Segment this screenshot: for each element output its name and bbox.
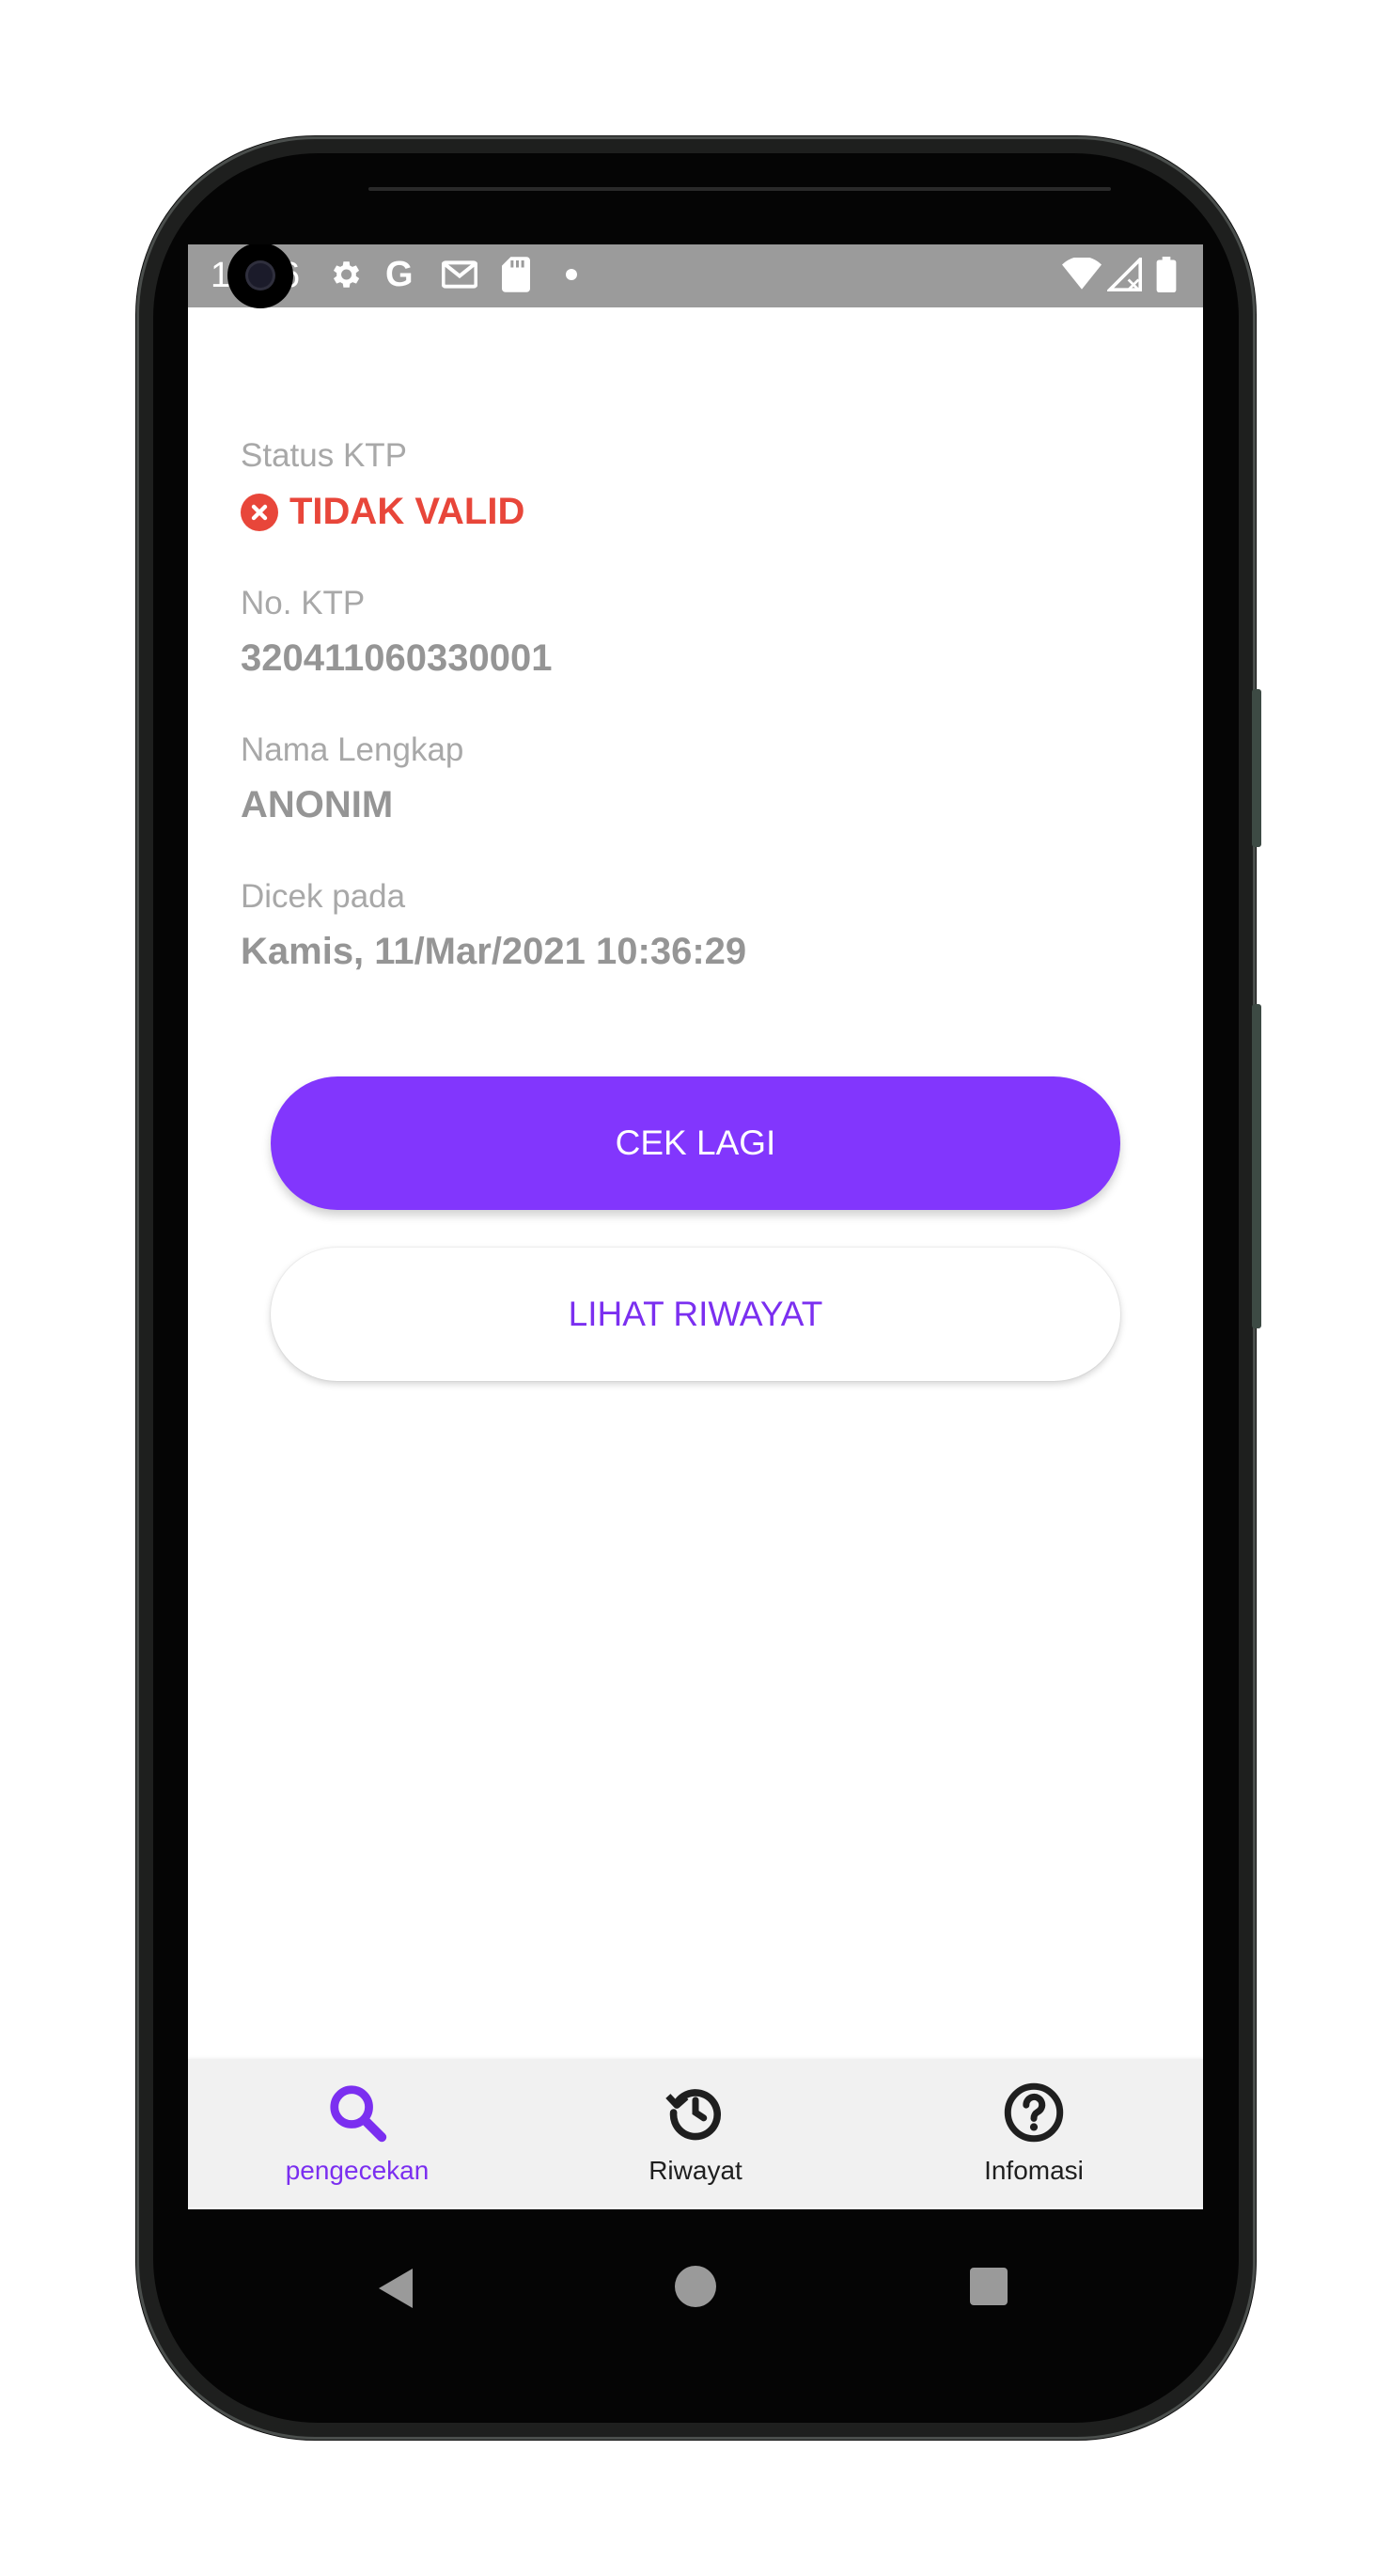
power-button [1252, 689, 1261, 847]
dot-icon [566, 256, 577, 293]
signal-icon [1107, 256, 1143, 293]
nav-label-pengecekan: pengecekan [285, 2156, 430, 2185]
back-icon[interactable] [376, 2266, 415, 2316]
app-screen: 10:36 G Status KTP TID [188, 244, 1203, 2209]
system-navigation-bar [188, 2207, 1203, 2358]
nav-label-riwayat: Riwayat [649, 2156, 742, 2185]
bottom-navigation: pengecekan Riwayat Infomasi [188, 2059, 1203, 2207]
full-name-value: ANONIM [241, 784, 394, 825]
ktp-number-value: 320411060330001 [241, 637, 553, 679]
ktp-number-label: No. KTP [241, 585, 366, 621]
earpiece-speaker [368, 187, 1111, 191]
checked-at-label: Dicek pada [241, 878, 406, 915]
view-history-button[interactable]: LIHAT RIWAYAT [271, 1248, 1120, 1381]
history-icon [663, 2080, 728, 2150]
help-circle-icon [1001, 2080, 1067, 2150]
status-ktp-row: TIDAK VALID [241, 491, 524, 533]
status-ktp-label: Status KTP [241, 437, 408, 474]
recents-icon[interactable] [970, 2268, 1008, 2305]
google-icon: G [385, 254, 414, 294]
nav-item-riwayat[interactable]: Riwayat [592, 2080, 799, 2192]
full-name-label: Nama Lengkap [241, 731, 464, 768]
nav-item-pengecekan[interactable]: pengecekan [254, 2080, 461, 2192]
wifi-icon [1062, 256, 1102, 293]
volume-button [1252, 1004, 1261, 1328]
search-icon [324, 2080, 390, 2150]
status-ktp-value: TIDAK VALID [289, 491, 525, 532]
check-again-button[interactable]: CEK LAGI [271, 1076, 1120, 1210]
error-x-icon [241, 493, 278, 531]
gmail-icon [442, 256, 477, 293]
sdcard-icon [502, 256, 530, 293]
checked-at-value: Kamis, 11/Mar/2021 10:36:29 [241, 931, 747, 972]
status-bar: 10:36 G [188, 244, 1203, 308]
home-icon[interactable] [675, 2266, 716, 2307]
nav-item-infomasi[interactable]: Infomasi [930, 2080, 1137, 2192]
nav-label-infomasi: Infomasi [984, 2156, 1084, 2185]
gear-icon [327, 256, 363, 293]
battery-icon [1156, 256, 1177, 293]
front-camera [227, 244, 293, 308]
